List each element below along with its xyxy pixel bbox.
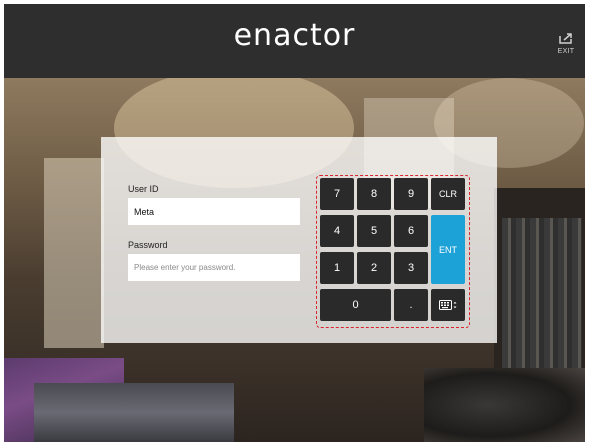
key-8[interactable]: 8 xyxy=(357,178,391,210)
key-9[interactable]: 9 xyxy=(394,178,428,210)
key-6[interactable]: 6 xyxy=(394,215,428,247)
exit-icon xyxy=(559,33,572,44)
clear-button[interactable]: CLR xyxy=(431,178,465,210)
brand-logo: enactor xyxy=(4,18,585,53)
user-id-label: User ID xyxy=(128,184,159,194)
password-input[interactable] xyxy=(128,254,300,281)
key-3[interactable]: 3 xyxy=(394,252,428,284)
login-panel: User ID Password 7 8 9 CLR 4 5 6 ENT 1 2… xyxy=(101,137,497,343)
key-2[interactable]: 2 xyxy=(357,252,391,284)
key-7[interactable]: 7 xyxy=(320,178,354,210)
key-5[interactable]: 5 xyxy=(357,215,391,247)
enter-button[interactable]: ENT xyxy=(431,215,465,284)
app-frame: enactor EXIT User ID Password 7 8 9 CLR xyxy=(4,4,585,442)
key-decimal[interactable]: . xyxy=(394,289,428,321)
key-1[interactable]: 1 xyxy=(320,252,354,284)
header-bar: enactor EXIT xyxy=(4,4,585,78)
key-0[interactable]: 0 xyxy=(320,289,391,321)
numeric-keypad: 7 8 9 CLR 4 5 6 ENT 1 2 3 0 . xyxy=(316,175,470,328)
keyboard-icon xyxy=(439,300,457,310)
user-id-input[interactable] xyxy=(128,198,300,225)
exit-label: EXIT xyxy=(557,48,575,55)
password-label: Password xyxy=(128,240,168,250)
exit-button[interactable]: EXIT xyxy=(553,32,579,55)
brand-logo-text: enactor xyxy=(233,18,356,53)
key-4[interactable]: 4 xyxy=(320,215,354,247)
keyboard-toggle-button[interactable] xyxy=(431,289,465,321)
